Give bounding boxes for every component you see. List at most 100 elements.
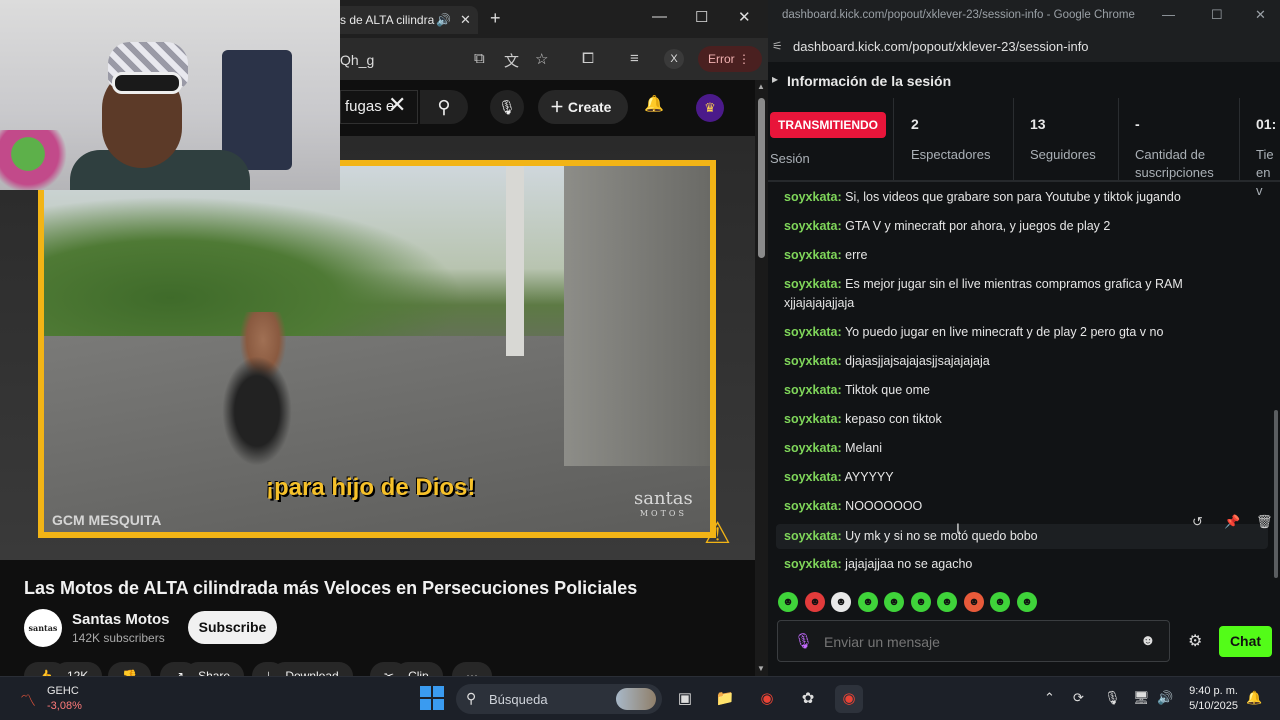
chat-username[interactable]: soyxkata: bbox=[784, 248, 842, 262]
translate-icon[interactable]: 文 bbox=[504, 50, 519, 71]
emote-icon[interactable]: ☻ bbox=[937, 592, 957, 612]
chat-message[interactable]: soyxkata: jajajajjaa no se agacho bbox=[784, 555, 1224, 574]
emote-icon[interactable]: ☻ bbox=[884, 592, 904, 612]
chat-username[interactable]: soyxkata: bbox=[784, 219, 842, 233]
minimize-button[interactable]: — bbox=[652, 8, 667, 25]
emoji-picker-icon[interactable]: ☻ bbox=[1140, 632, 1156, 649]
download-button[interactable]: ⤓ Download bbox=[252, 662, 353, 676]
create-button[interactable]: ＋ Create bbox=[538, 90, 628, 124]
sync-icon[interactable]: ⟳ bbox=[1073, 690, 1084, 706]
chat-message[interactable]: soyxkata: erre bbox=[784, 246, 1224, 265]
chat-username[interactable]: soyxkata: bbox=[784, 470, 842, 484]
emote-icon[interactable]: ☻ bbox=[964, 592, 984, 612]
microphone-icon[interactable]: 🎙 bbox=[794, 632, 813, 650]
network-icon[interactable]: 🖥 bbox=[1133, 690, 1150, 706]
delete-icon[interactable]: 🗑 bbox=[1256, 514, 1273, 530]
chat-message[interactable]: soyxkata: NOOOOOOO bbox=[784, 497, 1224, 516]
chat-message[interactable]: soyxkata: Si, los videos que grabare son… bbox=[784, 188, 1224, 207]
new-tab-button[interactable]: + bbox=[490, 8, 501, 29]
kick-url[interactable]: dashboard.kick.com/popout/xklever-23/ses… bbox=[793, 39, 1089, 54]
speaker-icon[interactable]: 🔊 bbox=[436, 6, 451, 34]
chat-message[interactable]: soyxkata: Es mejor jugar sin el live mie… bbox=[784, 275, 1224, 313]
kick-address-bar[interactable]: ⚟ dashboard.kick.com/popout/xklever-23/s… bbox=[768, 32, 1280, 62]
account-avatar[interactable]: ♛ bbox=[696, 94, 724, 122]
collapse-arrow-icon[interactable]: ▸ bbox=[772, 72, 778, 86]
maximize-button[interactable]: ☐ bbox=[695, 8, 708, 26]
chat-message[interactable]: soyxkata: Yo puedo jugar en live minecra… bbox=[784, 323, 1224, 342]
chrome-active-icon[interactable]: ◉ bbox=[835, 685, 863, 713]
microphone-tray-icon[interactable]: 🎙 bbox=[1104, 690, 1121, 706]
close-window-button[interactable]: ✕ bbox=[738, 8, 751, 26]
minimize-button[interactable]: — bbox=[1162, 7, 1175, 22]
media-controls-icon[interactable]: ≡ bbox=[630, 50, 639, 67]
scroll-up-icon[interactable]: ▲ bbox=[757, 82, 765, 91]
stock-ticker[interactable]: GEHC bbox=[47, 685, 79, 697]
channel-avatar[interactable]: santas bbox=[24, 609, 62, 647]
chat-username[interactable]: soyxkata: bbox=[784, 557, 842, 571]
install-app-icon[interactable]: ⧉ bbox=[474, 50, 485, 67]
voice-search-icon[interactable]: 🎙 bbox=[490, 90, 524, 124]
chat-username[interactable]: soyxkata: bbox=[784, 529, 842, 543]
task-view-icon[interactable]: ▣ bbox=[671, 685, 699, 713]
subscribe-button[interactable]: Subscribe bbox=[188, 611, 277, 644]
profile-avatar[interactable]: X bbox=[664, 49, 684, 69]
chat-username[interactable]: soyxkata: bbox=[784, 383, 842, 397]
chat-message[interactable]: soyxkata: djajasjjajsajajasjjsajajajaja bbox=[784, 352, 1224, 371]
emote-icon[interactable]: ☻ bbox=[778, 592, 798, 612]
chat-message[interactable]: soyxkata: GTA V y minecraft por ahora, y… bbox=[784, 217, 1224, 236]
chat-message-input[interactable] bbox=[824, 634, 1124, 650]
channel-name[interactable]: Santas Motos bbox=[72, 611, 170, 628]
share-button[interactable]: ↗ Share bbox=[160, 662, 245, 676]
chat-username[interactable]: soyxkata: bbox=[784, 190, 842, 204]
clock-date[interactable]: 5/10/2025 bbox=[1186, 700, 1238, 712]
notification-bell-icon[interactable]: 🔔 bbox=[1246, 690, 1262, 706]
chat-message[interactable]: soyxkata: Tiktok que ome bbox=[784, 381, 1224, 400]
emote-icon[interactable]: ☻ bbox=[858, 592, 878, 612]
clip-button[interactable]: ✂ Clip bbox=[370, 662, 443, 676]
taskbar-search[interactable]: ⚲ Búsqueda bbox=[456, 684, 662, 714]
video-player[interactable]: ¡para hijo de Dios! GCM MESQUITA santas … bbox=[0, 136, 755, 560]
bell-icon[interactable]: 🔔 bbox=[644, 94, 664, 114]
page-scrollbar[interactable]: ▲ ▼ bbox=[755, 80, 768, 676]
emote-icon[interactable]: ☻ bbox=[831, 592, 851, 612]
dislike-button[interactable]: 👎 bbox=[108, 662, 151, 676]
chat-username[interactable]: soyxkata: bbox=[784, 277, 842, 291]
volume-icon[interactable]: 🔊 bbox=[1157, 690, 1173, 706]
error-button[interactable]: Error ⋮ bbox=[698, 46, 762, 72]
app-icon[interactable]: ✿ bbox=[794, 685, 822, 713]
search-button[interactable]: ⚲ bbox=[420, 90, 468, 124]
site-info-icon[interactable]: ⚟ bbox=[772, 39, 783, 53]
more-actions-button[interactable]: ⋯ bbox=[452, 662, 492, 676]
emote-icon[interactable]: ☻ bbox=[990, 592, 1010, 612]
youtube-tab[interactable]: s de ALTA cilindra 🔊 ✕ bbox=[318, 6, 478, 34]
chat-message[interactable]: soyxkata: AYYYYY bbox=[784, 468, 1224, 487]
emote-icon[interactable]: ☻ bbox=[1017, 592, 1037, 612]
chat-username[interactable]: soyxkata: bbox=[784, 441, 842, 455]
chat-settings-icon[interactable]: ⚙ bbox=[1188, 631, 1202, 651]
chat-username[interactable]: soyxkata: bbox=[784, 325, 842, 339]
scrollbar-thumb[interactable] bbox=[758, 98, 765, 258]
emote-icon[interactable]: ☻ bbox=[805, 592, 825, 612]
maximize-button[interactable]: ☐ bbox=[1211, 7, 1223, 23]
chat-username[interactable]: soyxkata: bbox=[784, 499, 842, 513]
chat-send-button[interactable]: Chat bbox=[1219, 626, 1272, 657]
chat-username[interactable]: soyxkata: bbox=[784, 412, 842, 426]
chat-message[interactable]: soyxkata: kepaso con tiktok bbox=[784, 410, 1224, 429]
pin-icon[interactable]: 📌 bbox=[1224, 514, 1240, 530]
stock-trend-icon[interactable]: 〽 bbox=[20, 687, 36, 711]
timeout-icon[interactable]: ↺ bbox=[1192, 514, 1203, 530]
close-window-button[interactable]: ✕ bbox=[1255, 7, 1266, 23]
tray-overflow-icon[interactable]: ⌃ bbox=[1044, 690, 1055, 706]
clear-search-icon[interactable]: ✕ bbox=[388, 92, 406, 118]
chat-scrollbar[interactable] bbox=[1274, 184, 1280, 584]
emote-icon[interactable]: ☻ bbox=[911, 592, 931, 612]
chrome-icon[interactable]: ◉ bbox=[753, 685, 781, 713]
chat-scrollbar-thumb[interactable] bbox=[1274, 410, 1278, 578]
clock-time[interactable]: 9:40 p. m. bbox=[1188, 685, 1238, 697]
chat-username[interactable]: soyxkata: bbox=[784, 354, 842, 368]
scroll-down-icon[interactable]: ▼ bbox=[757, 664, 765, 673]
chat-input-box[interactable]: 🎙 ☻ bbox=[777, 620, 1170, 662]
star-icon[interactable]: ☆ bbox=[535, 50, 548, 68]
like-button[interactable]: 👍 12K bbox=[24, 662, 103, 676]
extensions-icon[interactable]: ⧠ bbox=[582, 50, 594, 67]
